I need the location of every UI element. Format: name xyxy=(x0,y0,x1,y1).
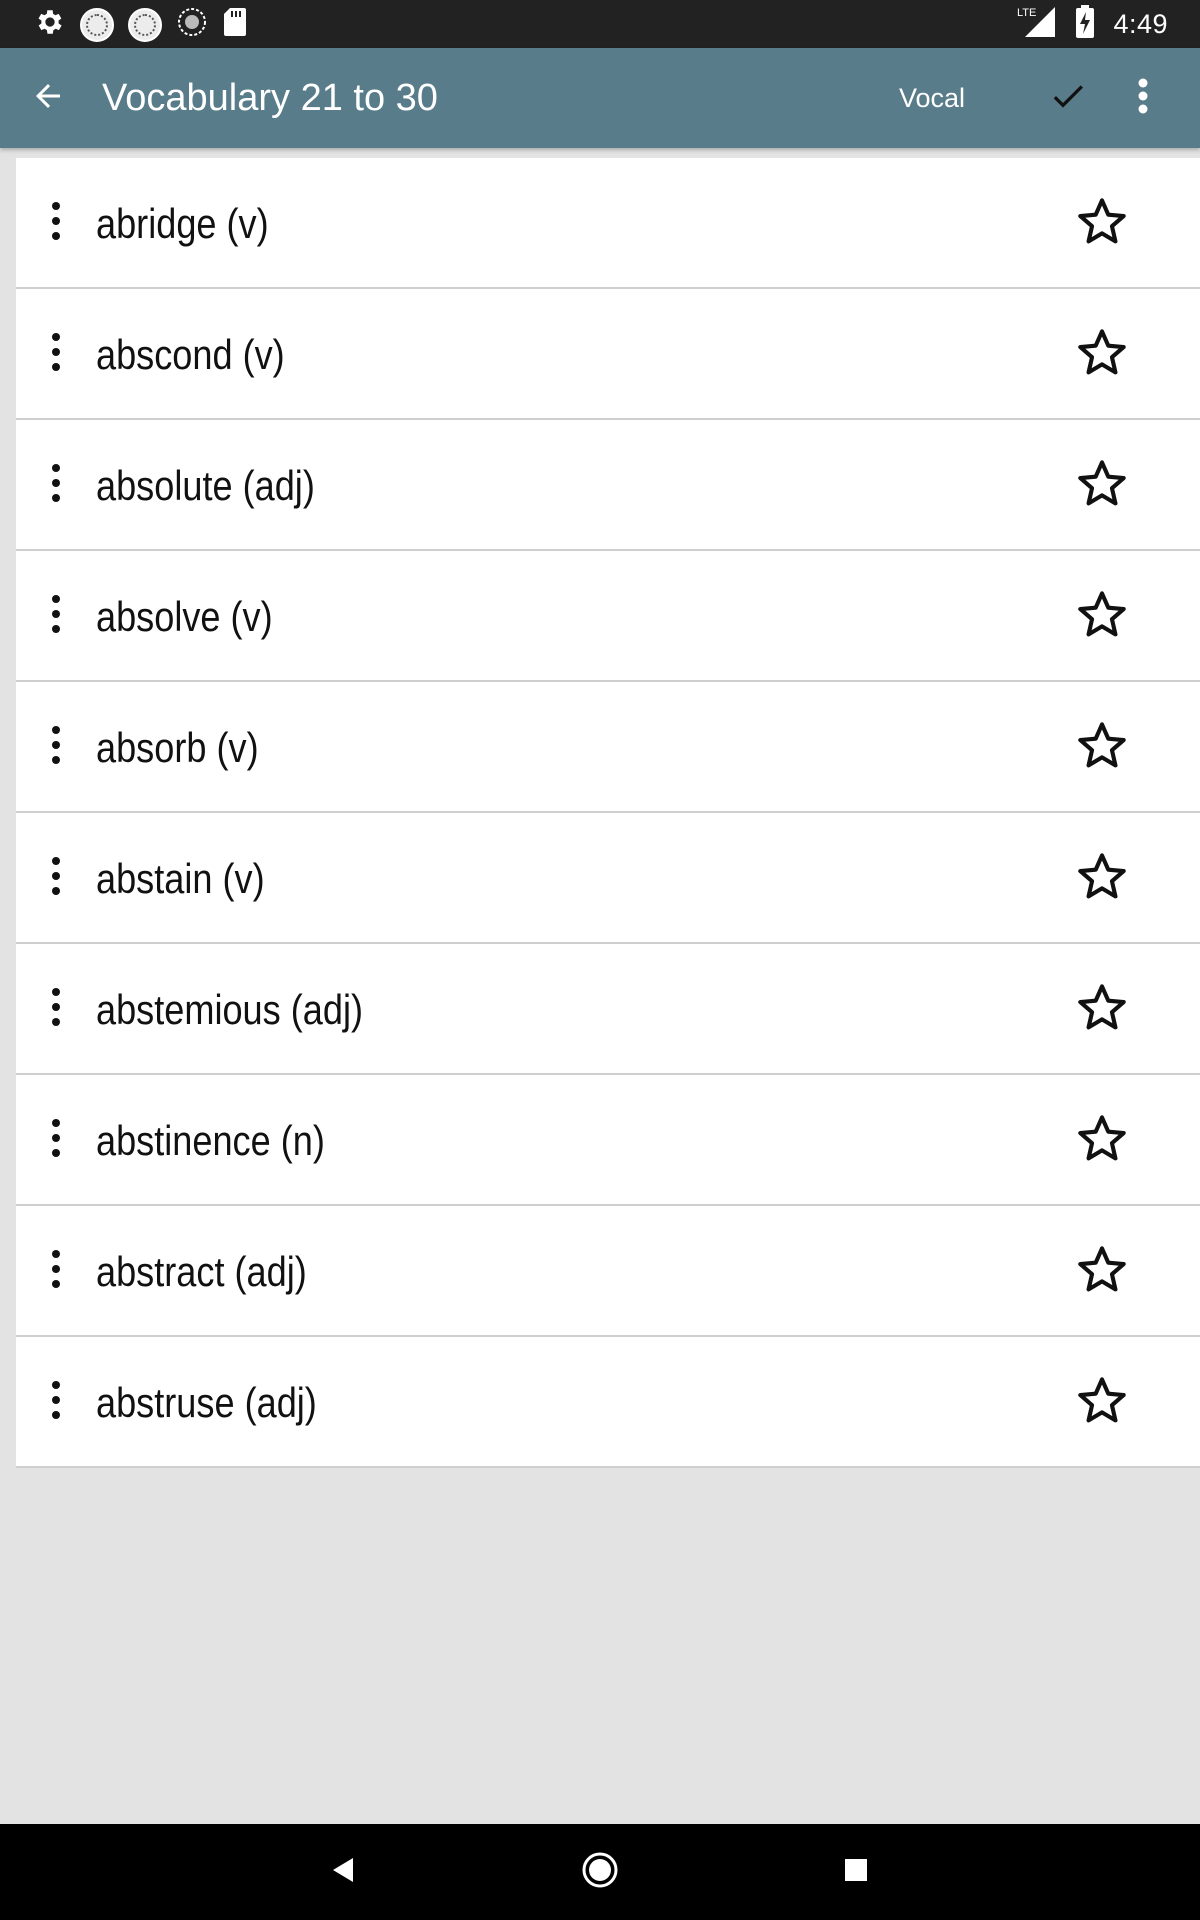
word-label: abstinence (n) xyxy=(96,1117,325,1164)
sync-icon xyxy=(176,6,208,43)
word-list: abridge (v) abscond (v) absolute (adj) a… xyxy=(16,158,1200,1468)
item-menu-button[interactable] xyxy=(36,584,76,648)
star-outline-icon xyxy=(1076,719,1128,776)
star-outline-icon xyxy=(1076,850,1128,907)
star-outline-icon xyxy=(1076,1374,1128,1431)
list-item[interactable]: absolve (v) xyxy=(16,551,1200,682)
star-outline-icon xyxy=(1076,1243,1128,1300)
favorite-button[interactable] xyxy=(1072,1241,1132,1301)
item-menu-button[interactable] xyxy=(36,453,76,517)
list-item[interactable]: abstain (v) xyxy=(16,813,1200,944)
nav-back-button[interactable] xyxy=(316,1844,372,1900)
word-label: abscond (v) xyxy=(96,331,285,378)
vocal-button[interactable]: Vocal xyxy=(880,48,984,148)
favorite-button[interactable] xyxy=(1072,586,1132,646)
word-label: absolute (adj) xyxy=(96,462,315,509)
svg-text:LTE: LTE xyxy=(1017,7,1036,19)
item-menu-button[interactable] xyxy=(36,191,76,255)
list-item[interactable]: abstruse (adj) xyxy=(16,1337,1200,1468)
list-item[interactable]: abstemious (adj) xyxy=(16,944,1200,1075)
more-vert-icon xyxy=(51,1247,61,1296)
favorite-button[interactable] xyxy=(1072,848,1132,908)
word-label: absorb (v) xyxy=(96,724,259,771)
page-title: Vocabulary 21 to 30 xyxy=(102,77,438,119)
triangle-back-icon xyxy=(329,1855,359,1890)
list-item[interactable]: abscond (v) xyxy=(16,289,1200,420)
item-menu-button[interactable] xyxy=(36,977,76,1041)
settings-icon xyxy=(34,6,66,43)
status-time: 4:49 xyxy=(1113,8,1168,39)
favorite-button[interactable] xyxy=(1072,193,1132,253)
back-button[interactable] xyxy=(20,70,76,126)
more-vert-icon xyxy=(1137,76,1149,121)
arrow-left-icon xyxy=(30,78,66,119)
nav-recents-button[interactable] xyxy=(828,1844,884,1900)
item-menu-button[interactable] xyxy=(36,322,76,386)
square-recents-icon xyxy=(842,1856,870,1889)
more-vert-icon xyxy=(51,1116,61,1165)
notification-icons xyxy=(34,6,248,43)
item-menu-button[interactable] xyxy=(36,1239,76,1303)
item-menu-button[interactable] xyxy=(36,1370,76,1434)
favorite-button[interactable] xyxy=(1072,455,1132,515)
word-label: abstruse (adj) xyxy=(96,1379,317,1426)
item-menu-button[interactable] xyxy=(36,1108,76,1172)
list-item[interactable]: abridge (v) xyxy=(16,158,1200,289)
nav-home-button[interactable] xyxy=(572,1844,628,1900)
word-label: abstain (v) xyxy=(96,855,265,902)
item-menu-button[interactable] xyxy=(36,846,76,910)
star-outline-icon xyxy=(1076,981,1128,1038)
list-item[interactable]: abstinence (n) xyxy=(16,1075,1200,1206)
star-outline-icon xyxy=(1076,1112,1128,1169)
favorite-button[interactable] xyxy=(1072,1372,1132,1432)
circle-home-icon xyxy=(580,1850,620,1895)
list-item[interactable]: absorb (v) xyxy=(16,682,1200,813)
check-icon xyxy=(1048,76,1088,121)
status-bar: LTE 4:49 xyxy=(0,0,1200,48)
battery-charging-icon xyxy=(1075,4,1095,44)
lte-signal-icon: LTE xyxy=(1017,5,1057,44)
sd-card-icon xyxy=(222,6,248,43)
more-vert-icon xyxy=(51,330,61,379)
word-label: abstract (adj) xyxy=(96,1248,307,1295)
favorite-button[interactable] xyxy=(1072,979,1132,1039)
star-outline-icon xyxy=(1076,457,1128,514)
system-status: LTE 4:49 xyxy=(1017,0,1168,48)
favorite-button[interactable] xyxy=(1072,324,1132,384)
more-vert-icon xyxy=(51,723,61,772)
favorite-button[interactable] xyxy=(1072,717,1132,777)
word-label: absolve (v) xyxy=(96,593,273,640)
navigation-bar xyxy=(0,1824,1200,1920)
more-vert-icon xyxy=(51,854,61,903)
list-item[interactable]: abstract (adj) xyxy=(16,1206,1200,1337)
overflow-menu-button[interactable] xyxy=(1116,70,1170,126)
star-outline-icon xyxy=(1076,195,1128,252)
more-vert-icon xyxy=(51,1378,61,1427)
more-vert-icon xyxy=(51,592,61,641)
list-item[interactable]: absolute (adj) xyxy=(16,420,1200,551)
favorite-button[interactable] xyxy=(1072,1110,1132,1170)
star-outline-icon xyxy=(1076,588,1128,645)
item-menu-button[interactable] xyxy=(36,715,76,779)
star-outline-icon xyxy=(1076,326,1128,383)
word-label: abstemious (adj) xyxy=(96,986,364,1033)
sat-vocabulary-app-icon xyxy=(128,7,162,42)
app-bar: Vocabulary 21 to 30 Vocal xyxy=(0,48,1200,148)
word-label: abridge (v) xyxy=(96,200,269,247)
more-vert-icon xyxy=(51,199,61,248)
more-vert-icon xyxy=(51,985,61,1034)
more-vert-icon xyxy=(51,461,61,510)
gre-vocabulary-app-icon xyxy=(80,7,114,42)
check-button[interactable] xyxy=(1040,70,1096,126)
